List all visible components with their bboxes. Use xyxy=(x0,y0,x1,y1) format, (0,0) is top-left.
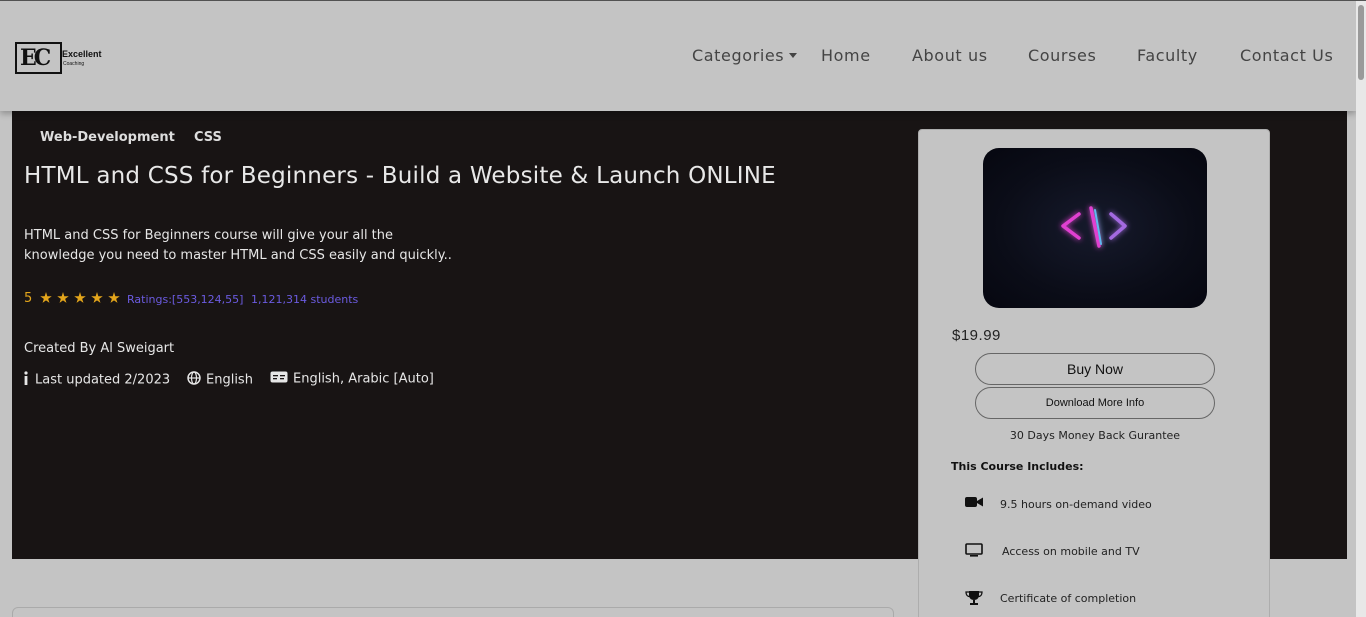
include-label: 9.5 hours on-demand video xyxy=(1000,498,1152,511)
include-label: Certificate of completion xyxy=(1000,592,1137,605)
rating-value: 5 xyxy=(24,291,33,306)
course-thumbnail xyxy=(983,148,1207,308)
course-captions: English, Arabic [Auto] xyxy=(270,371,434,387)
nav-home-link[interactable]: Home xyxy=(821,46,871,68)
captions-text: English, Arabic [Auto] xyxy=(293,371,434,387)
nav-categories-dropdown[interactable]: Categories xyxy=(692,46,798,68)
globe-icon xyxy=(187,371,201,389)
nav-faculty-link[interactable]: Faculty xyxy=(1137,46,1198,68)
last-updated: Last updated 2/2023 xyxy=(22,371,170,389)
site-header: EC Excellent Coaching Categories Home Ab… xyxy=(0,1,1356,111)
students-count-link[interactable]: 1,121,314 students xyxy=(251,293,358,306)
ratings-count-link[interactable]: Ratings:[553,124,55] xyxy=(127,293,243,306)
includes-title: This Course Includes: xyxy=(951,460,1084,473)
scrollbar-thumb[interactable] xyxy=(1358,5,1364,80)
language-text: English xyxy=(206,372,253,388)
last-updated-text: Last updated 2/2023 xyxy=(35,372,171,388)
money-back-guarantee: 30 Days Money Back Gurantee xyxy=(1009,429,1181,442)
nav-categories-label: Categories xyxy=(692,46,785,65)
info-icon xyxy=(22,371,30,389)
nav-courses-link[interactable]: Courses xyxy=(1028,46,1096,68)
course-title: HTML and CSS for Beginners - Build a Web… xyxy=(24,163,776,189)
course-language: English xyxy=(187,371,253,389)
video-camera-icon xyxy=(965,496,983,511)
logo-subtitle: Coaching xyxy=(63,61,85,67)
nav-contact-link[interactable]: Contact Us xyxy=(1240,46,1333,68)
monitor-icon xyxy=(965,543,983,560)
course-creator: Created By Al Sweigart xyxy=(24,341,175,356)
trophy-icon xyxy=(965,590,983,609)
include-label: Access on mobile and TV xyxy=(1002,545,1140,558)
caret-down-icon xyxy=(789,52,798,58)
brand-logo[interactable]: EC Excellent Coaching xyxy=(15,42,107,74)
tag-web-development[interactable]: Web-Development xyxy=(40,130,175,145)
buy-now-button[interactable]: Buy Now xyxy=(975,353,1215,385)
download-info-button[interactable]: Download More Info xyxy=(975,387,1215,419)
tag-css[interactable]: CSS xyxy=(194,130,222,145)
course-price: $19.99 xyxy=(952,327,1001,344)
purchase-card: $19.99 Buy Now Download More Info 30 Day… xyxy=(918,129,1270,617)
course-description: HTML and CSS for Beginners course will g… xyxy=(24,228,452,263)
logo-mark: EC xyxy=(15,42,62,74)
course-content-card xyxy=(12,607,894,617)
code-brackets-icon xyxy=(1061,206,1127,248)
logo-title: Excellent xyxy=(62,49,102,59)
page-scrollbar[interactable] xyxy=(1356,1,1366,617)
closed-captions-icon xyxy=(270,371,288,387)
nav-about-link[interactable]: About us xyxy=(912,46,988,68)
